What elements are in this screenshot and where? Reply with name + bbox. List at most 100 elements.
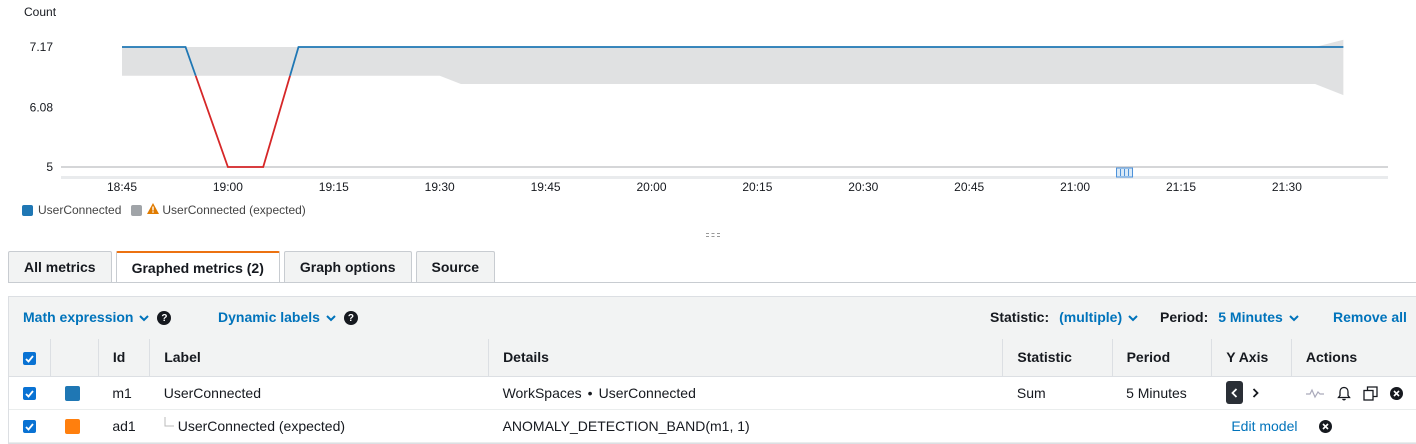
metrics-toolbar: Math expression ? Dynamic labels ? Stati… — [9, 297, 1416, 339]
chevron-down-icon — [1289, 309, 1299, 325]
x-tick-label: 21:00 — [1060, 180, 1090, 194]
row-period[interactable]: 5 Minutes — [1112, 376, 1212, 410]
actions-header: Actions — [1291, 339, 1416, 377]
remove-all-button[interactable]: Remove all — [1333, 309, 1407, 325]
dynamic-labels-label: Dynamic labels — [218, 309, 320, 325]
x-tick-label: 18:45 — [107, 180, 137, 194]
y-tick-label: 5 — [46, 160, 53, 174]
chart-legend: UserConnected UserConnected (expected) — [22, 203, 316, 217]
row-color-cell — [50, 409, 99, 443]
details-header[interactable]: Details — [488, 339, 1004, 377]
bell-alarm-icon[interactable] — [1337, 386, 1352, 401]
row-checkbox[interactable] — [23, 420, 36, 434]
row-statistic — [1002, 409, 1113, 443]
warning-icon — [147, 203, 160, 217]
row-select-cell — [9, 409, 51, 443]
metrics-table: Id Label Details Statistic Period Y Axis… — [9, 339, 1416, 443]
math-expression-label: Math expression — [23, 309, 134, 325]
y-tick-label: 6.08 — [30, 100, 54, 114]
select-all-checkbox[interactable] — [23, 352, 36, 366]
separator-dot-icon: • — [587, 384, 593, 401]
row-y-axis — [1211, 376, 1292, 410]
row-details: WorkSpaces • UserConnected — [488, 376, 1003, 410]
row-details[interactable]: ANOMALY_DETECTION_BAND(m1, 1) — [488, 409, 1003, 443]
x-tick-label: 20:45 — [954, 180, 984, 194]
row-actions: Edit model — [1231, 409, 1416, 443]
resize-handle[interactable] — [706, 233, 720, 237]
series-color-swatch[interactable] — [64, 385, 80, 401]
chevron-right-icon[interactable] — [1247, 381, 1264, 404]
table-row: m1 UserConnected WorkSpaces • UserConnecte… — [9, 376, 1416, 410]
chevron-left-icon[interactable] — [1225, 381, 1243, 404]
line-chart[interactable]: 7.17 6.08 5 18:45 19:00 19:15 19:30 19:45 20:00 2… — [0, 0, 1416, 200]
tab-graphed-metrics[interactable]: Graphed metrics (2) — [115, 251, 280, 283]
chevron-down-icon — [139, 309, 150, 325]
math-expression-dropdown[interactable]: Math expression ? — [23, 309, 172, 325]
label-header[interactable]: Label — [149, 339, 490, 377]
row-label-text: UserConnected — [163, 384, 261, 401]
x-tick-label: 21:30 — [1272, 180, 1302, 194]
statistic-value: (multiple) — [1059, 309, 1123, 325]
legend-swatch — [22, 204, 33, 216]
period-label: Period: — [1160, 309, 1209, 325]
dynamic-labels-dropdown[interactable]: Dynamic labels ? — [218, 309, 358, 325]
metrics-graph[interactable]: Count 7.17 6.08 5 18:45 19:00 19:15 19:30 19:45… — [0, 0, 1416, 230]
tab-all-metrics[interactable]: All metrics — [8, 251, 112, 282]
anomaly-detection-icon[interactable] — [1305, 387, 1325, 399]
row-statistic[interactable]: Sum — [1002, 376, 1113, 410]
duplicate-icon[interactable] — [1363, 386, 1378, 401]
graphed-metrics-panel: Math expression ? Dynamic labels ? Stati… — [8, 296, 1416, 444]
row-label-text: UserConnected (expected) — [177, 418, 346, 434]
select-all-header — [9, 339, 51, 377]
x-tick-label: 20:00 — [636, 180, 666, 194]
period-header[interactable]: Period — [1112, 339, 1213, 377]
series-color-swatch[interactable] — [64, 418, 80, 434]
y-axis-switcher — [1225, 381, 1264, 404]
x-tick-label: 20:15 — [742, 180, 772, 194]
legend-item-userconnected[interactable]: UserConnected — [22, 203, 121, 217]
tabs-divider — [8, 282, 1416, 283]
tree-connector-icon — [164, 417, 178, 434]
help-icon[interactable]: ? — [157, 311, 172, 325]
y-axis-header: Y Axis — [1211, 339, 1292, 377]
tab-graph-options[interactable]: Graph options — [283, 251, 412, 282]
remove-metric-icon[interactable] — [1319, 419, 1333, 433]
statistic-header[interactable]: Statistic — [1002, 339, 1113, 377]
period-value: 5 Minutes — [1218, 309, 1283, 325]
chevron-down-icon — [1128, 309, 1138, 325]
legend-label: UserConnected (expected) — [162, 203, 306, 217]
x-tick-label: 19:15 — [319, 180, 349, 194]
row-select-cell — [9, 376, 51, 410]
edit-model-link[interactable]: Edit model — [1231, 418, 1297, 434]
anomaly-band-area — [122, 39, 1344, 96]
row-id[interactable]: ad1 — [98, 409, 150, 443]
row-label[interactable]: UserConnected (expected) — [149, 409, 489, 443]
table-header-row: Id Label Details Statistic Period Y Axis… — [9, 339, 1416, 377]
id-header[interactable]: Id — [98, 339, 151, 377]
help-icon[interactable]: ? — [343, 311, 358, 325]
period-selector[interactable]: Period: 5 Minutes — [1160, 309, 1299, 325]
x-axis-strip — [61, 176, 1388, 179]
metrics-tabs: All metrics Graphed metrics (2) Graph op… — [8, 251, 499, 283]
series-line-breach — [194, 75, 291, 168]
row-id[interactable]: m1 — [98, 376, 150, 410]
tab-source[interactable]: Source — [415, 251, 495, 282]
chevron-down-icon — [326, 309, 336, 325]
statistic-label: Statistic: — [990, 309, 1050, 325]
legend-swatch — [131, 204, 143, 216]
remove-metric-icon[interactable] — [1390, 386, 1403, 400]
row-period — [1112, 409, 1212, 443]
annotation-marker-icon — [1116, 167, 1134, 178]
legend-label: UserConnected — [38, 203, 122, 217]
row-label[interactable]: UserConnected — [149, 376, 489, 410]
row-checkbox[interactable] — [23, 387, 36, 401]
x-tick-label: 21:15 — [1166, 180, 1196, 194]
color-header — [50, 339, 99, 377]
row-actions — [1291, 376, 1416, 410]
statistic-selector[interactable]: Statistic: (multiple) — [990, 309, 1138, 325]
x-tick-label: 19:00 — [213, 180, 243, 194]
legend-item-userconnected-expected[interactable]: UserConnected (expected) — [131, 203, 306, 217]
x-tick-label: 19:30 — [425, 180, 455, 194]
table-row: ad1 UserConnected (expected) ANOMALY_DET… — [9, 409, 1416, 443]
details-metric: UserConnected — [598, 384, 696, 401]
